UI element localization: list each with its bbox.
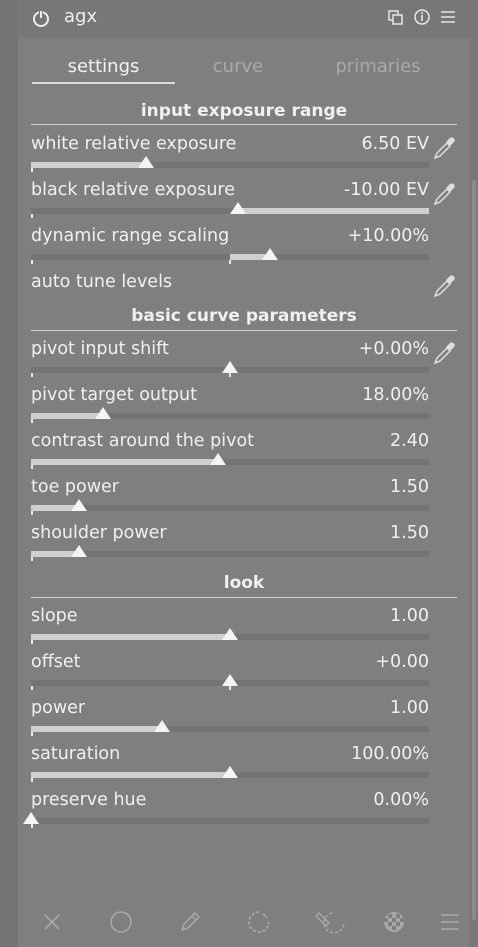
slope-slider-fill [31, 634, 230, 640]
preserve-hue-value[interactable]: 0.00% [373, 790, 429, 810]
active-tab-indicator [32, 82, 175, 84]
saturation-value[interactable]: 100.00% [351, 744, 429, 764]
slope-value[interactable]: 1.00 [390, 606, 429, 626]
toe-power-slider-thumb[interactable] [70, 499, 87, 511]
tab-settings[interactable]: settings [32, 56, 175, 77]
dynamic-range-scaling-slider-origin-tick [31, 260, 33, 264]
shoulder-power-value[interactable]: 1.50 [390, 523, 429, 543]
shoulder-power-slider-thumb[interactable] [70, 545, 87, 557]
power-slider-thumb[interactable] [154, 720, 171, 732]
section-divider [31, 597, 457, 598]
pivot-input-shift-slider-center-tick [229, 373, 231, 377]
auto-tune-levels-label: auto tune levels [31, 272, 173, 292]
offset-label: offset [31, 652, 81, 672]
circle-icon[interactable] [109, 910, 133, 934]
pivot-target-output-slider-fill [31, 413, 103, 419]
module-header[interactable]: agx [18, 0, 470, 38]
scrollbar[interactable] [472, 180, 476, 920]
white-relative-exposure-slider-origin-tick [31, 168, 33, 172]
contrast-around-pivot-slider-fill [31, 459, 219, 465]
saturation-slider-origin-tick [31, 778, 33, 782]
saturation-slider-thumb[interactable] [222, 766, 238, 778]
preserve-hue-slider[interactable] [31, 818, 429, 824]
auto-tune-levels-color-picker-icon[interactable] [432, 273, 458, 299]
section-basic-curve-parameters[interactable]: basic curve parameters [31, 306, 457, 326]
power-icon[interactable] [32, 9, 50, 27]
preserve-hue-slider-thumb[interactable] [23, 812, 39, 824]
shoulder-power-slider-origin-tick [31, 557, 33, 561]
toe-power-label: toe power [31, 477, 119, 497]
black-relative-exposure-slider-fill [237, 208, 429, 214]
offset-slider-origin-tick [31, 686, 33, 690]
dynamic-range-scaling-slider-thumb[interactable] [261, 248, 278, 260]
white-relative-exposure-color-picker-icon[interactable] [432, 135, 458, 161]
black-relative-exposure-color-picker-icon[interactable] [432, 181, 458, 207]
section-divider [31, 330, 457, 331]
power-slider-fill [31, 726, 163, 732]
dynamic-range-scaling-label: dynamic range scaling [31, 226, 230, 246]
preserve-hue-slider-origin-tick [31, 824, 33, 828]
pencil-icon[interactable] [178, 910, 202, 934]
slope-slider-origin-tick [31, 640, 33, 644]
shoulder-power-slider[interactable] [31, 551, 429, 557]
pivot-target-output-slider-thumb[interactable] [94, 407, 111, 419]
offset-slider-thumb[interactable] [222, 674, 238, 686]
toe-power-slider-origin-tick [31, 511, 33, 515]
menu-icon[interactable] [440, 8, 456, 26]
pivot-input-shift-color-picker-icon[interactable] [432, 340, 458, 366]
saturation-label: saturation [31, 744, 121, 764]
dynamic-range-scaling-value[interactable]: +10.00% [348, 226, 429, 246]
white-relative-exposure-slider-fill [31, 162, 147, 168]
pivot-target-output-value[interactable]: 18.00% [362, 385, 429, 405]
tab-curve[interactable]: curve [173, 56, 303, 77]
pivot-target-output-label: pivot target output [31, 385, 197, 405]
mask-toolbar [18, 902, 470, 940]
close-icon[interactable] [40, 910, 64, 934]
pivot-input-shift-value[interactable]: +0.00% [359, 339, 429, 359]
presets-icon[interactable] [388, 8, 404, 26]
slope-slider-thumb[interactable] [222, 628, 238, 640]
tab-bar: settings curve primaries [18, 48, 470, 86]
toe-power-slider[interactable] [31, 505, 429, 511]
contrast-around-pivot-value[interactable]: 2.40 [390, 431, 429, 451]
black-relative-exposure-label: black relative exposure [31, 180, 236, 200]
offset-value[interactable]: +0.00 [375, 652, 429, 672]
drawn-parametric-mask-icon[interactable] [314, 910, 348, 934]
pivot-input-shift-slider-thumb[interactable] [222, 361, 238, 373]
toe-power-value[interactable]: 1.50 [390, 477, 429, 497]
slope-label: slope [31, 606, 78, 626]
section-divider [31, 124, 457, 125]
menu-icon[interactable] [438, 910, 462, 934]
parametric-mask-icon[interactable] [247, 910, 271, 934]
contrast-around-pivot-slider-origin-tick [31, 465, 33, 469]
power-label: power [31, 698, 86, 718]
white-relative-exposure-value[interactable]: 6.50 EV [361, 134, 429, 154]
section-look[interactable]: look [31, 573, 457, 593]
reset-icon[interactable] [414, 8, 430, 26]
saturation-slider-fill [31, 772, 230, 778]
left-edge [0, 0, 18, 947]
white-relative-exposure-label: white relative exposure [31, 134, 237, 154]
section-input-exposure-range[interactable]: input exposure range [31, 101, 457, 121]
module-title: agx [64, 6, 98, 27]
dynamic-range-scaling-slider-center-tick [229, 260, 231, 264]
raster-mask-icon[interactable] [382, 910, 406, 934]
white-relative-exposure-slider-thumb[interactable] [138, 156, 155, 168]
contrast-around-pivot-label: contrast around the pivot [31, 431, 255, 451]
shoulder-power-label: shoulder power [31, 523, 167, 543]
tab-primaries[interactable]: primaries [308, 56, 448, 77]
pivot-target-output-slider-origin-tick [31, 419, 33, 423]
black-relative-exposure-slider-thumb[interactable] [229, 202, 246, 214]
contrast-around-pivot-slider-thumb[interactable] [210, 453, 227, 465]
black-relative-exposure-value[interactable]: -10.00 EV [344, 180, 429, 200]
pivot-input-shift-label: pivot input shift [31, 339, 169, 359]
pivot-input-shift-slider-origin-tick [31, 373, 33, 377]
offset-slider-center-tick [229, 686, 231, 690]
power-slider-origin-tick [31, 732, 33, 736]
power-value[interactable]: 1.00 [390, 698, 429, 718]
preserve-hue-label: preserve hue [31, 790, 147, 810]
black-relative-exposure-slider-origin-tick [31, 214, 33, 218]
